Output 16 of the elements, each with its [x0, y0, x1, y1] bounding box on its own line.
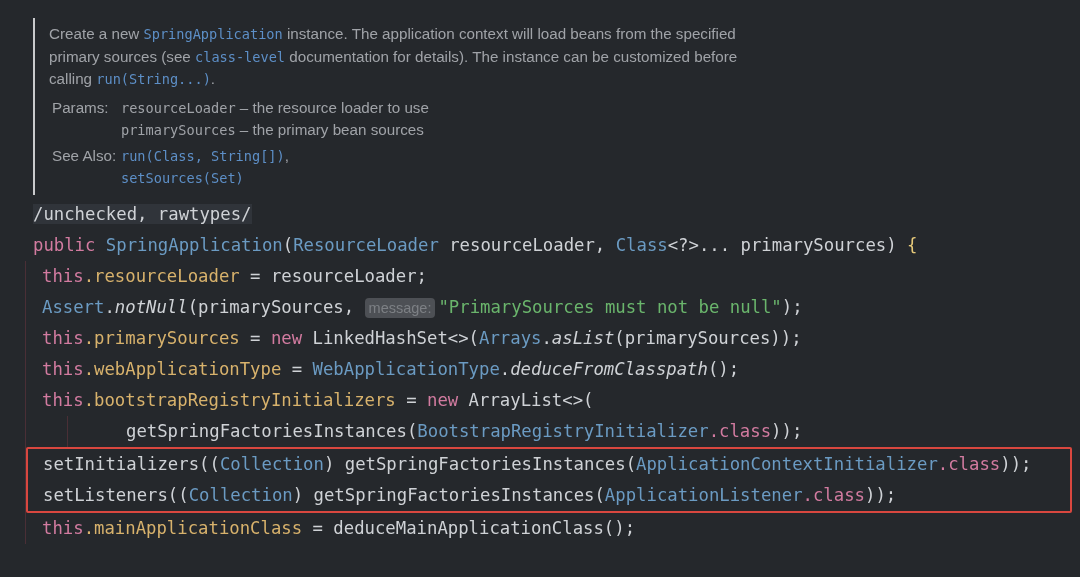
doc-entry: primarySources – the primary bean sources [121, 119, 424, 140]
code-line: this.resourceLoader = resourceLoader; [42, 264, 427, 288]
code-line: public SpringApplication(ResourceLoader resourceLoader, Class<?>... primarySources) { [32, 233, 918, 257]
code-line: this.bootstrapRegistryInitializers = new ArrayList<>( [42, 388, 594, 412]
code-line: setInitializers((Collection) getSpringFactoriesInstances(ApplicationContextInitializer.class)); [43, 452, 1032, 476]
code-line: this.primarySources = new LinkedHashSet<>(Arrays.asList(primarySources)); [42, 326, 802, 350]
doc-section-label: Params: [52, 97, 110, 118]
doc-entry: resourceLoader – the resource loader to use [121, 97, 429, 118]
code-line: this.webApplicationType = WebApplicationType.deduceFromClasspath(); [42, 357, 740, 381]
doc-description: Create a new SpringApplication instance. The application context will load beans from the specified primary sources (see class-level documentation for details). The instance can be customized before calling run(String...). [49, 24, 739, 89]
code-line: setListeners((Collection) getSpringFactoriesInstances(ApplicationListener.class)); [43, 483, 897, 507]
doc-entry: run(Class, String[]), [121, 145, 289, 166]
doc-entry: setSources(Set) [121, 168, 244, 188]
code-line: this.mainApplicationClass = deduceMainApplicationClass(); [42, 516, 636, 540]
code-line: getSpringFactoriesInstances(BootstrapRegistryInitializer.class)); [126, 419, 803, 443]
doc-section-label: See Also: [52, 145, 118, 166]
